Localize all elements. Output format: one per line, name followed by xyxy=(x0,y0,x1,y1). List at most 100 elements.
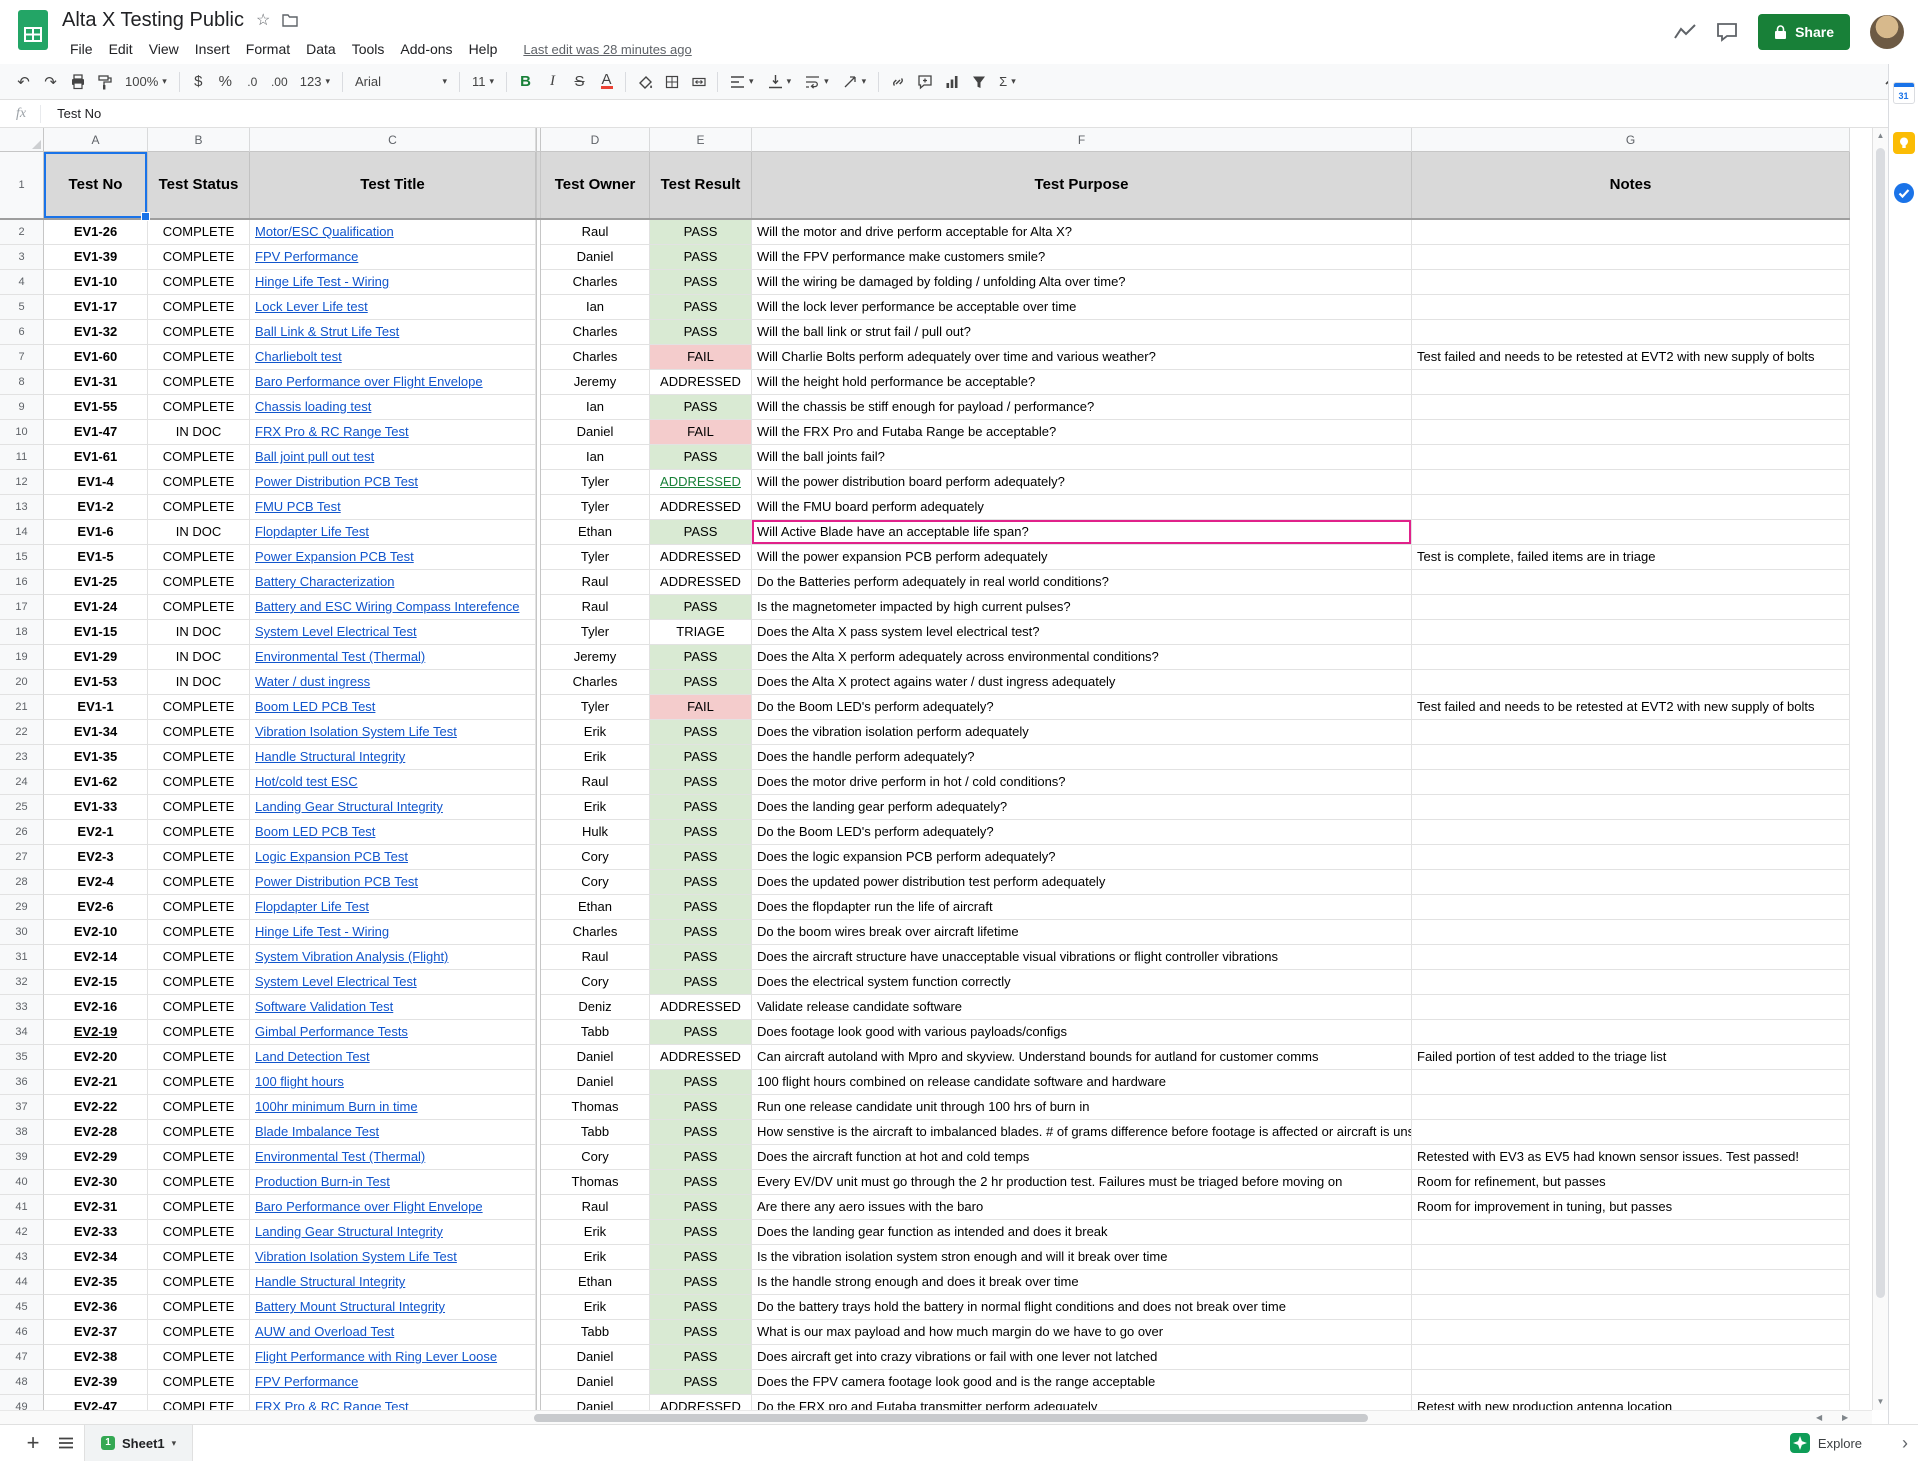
cell-C35[interactable]: Land Detection Test xyxy=(250,1045,536,1070)
last-edit-link[interactable]: Last edit was 28 minutes ago xyxy=(523,42,691,57)
cell-E40[interactable]: PASS xyxy=(650,1170,752,1195)
row-header-21[interactable]: 21 xyxy=(0,695,44,720)
cell-E25[interactable]: PASS xyxy=(650,795,752,820)
cell-F10[interactable]: Will the FRX Pro and Futaba Range be acc… xyxy=(752,420,1412,445)
cell-F2[interactable]: Will the motor and drive perform accepta… xyxy=(752,220,1412,245)
cell-G37[interactable] xyxy=(1412,1095,1850,1120)
cell-D41[interactable]: Raul xyxy=(541,1195,650,1220)
cell-C25[interactable]: Landing Gear Structural Integrity xyxy=(250,795,536,820)
cell-E15[interactable]: ADDRESSED xyxy=(650,545,752,570)
cell-E36[interactable]: PASS xyxy=(650,1070,752,1095)
cell-C42[interactable]: Landing Gear Structural Integrity xyxy=(250,1220,536,1245)
cell-G26[interactable] xyxy=(1412,820,1850,845)
cell-E22[interactable]: PASS xyxy=(650,720,752,745)
cell-G30[interactable] xyxy=(1412,920,1850,945)
insert-link-icon[interactable] xyxy=(884,69,911,95)
cell-E37[interactable]: PASS xyxy=(650,1095,752,1120)
insert-chart-icon[interactable] xyxy=(938,69,965,95)
cell-E7[interactable]: FAIL xyxy=(650,345,752,370)
cell-E49[interactable]: ADDRESSED xyxy=(650,1395,752,1410)
cell-G4[interactable] xyxy=(1412,270,1850,295)
formula-bar[interactable]: fx Test No xyxy=(0,100,1918,128)
row-header-1[interactable]: 1 xyxy=(0,152,44,218)
row-header-16[interactable]: 16 xyxy=(0,570,44,595)
cell-E24[interactable]: PASS xyxy=(650,770,752,795)
cell-A37[interactable]: EV2-22 xyxy=(44,1095,148,1120)
row-header-8[interactable]: 8 xyxy=(0,370,44,395)
row-header-10[interactable]: 10 xyxy=(0,420,44,445)
cell-C5[interactable]: Lock Lever Life test xyxy=(250,295,536,320)
cell-F31[interactable]: Does the aircraft structure have unaccep… xyxy=(752,945,1412,970)
cell-D27[interactable]: Cory xyxy=(541,845,650,870)
row-header-49[interactable]: 49 xyxy=(0,1395,44,1410)
cell-A27[interactable]: EV2-3 xyxy=(44,845,148,870)
cell-A2[interactable]: EV1-26 xyxy=(44,220,148,245)
row-header-35[interactable]: 35 xyxy=(0,1045,44,1070)
cell-G21[interactable]: Test failed and needs to be retested at … xyxy=(1412,695,1850,720)
row-header-22[interactable]: 22 xyxy=(0,720,44,745)
cell-B12[interactable]: COMPLETE xyxy=(148,470,250,495)
vertical-scrollbar-thumb[interactable] xyxy=(1876,148,1885,1298)
cell-C28[interactable]: Power Distribution PCB Test xyxy=(250,870,536,895)
cell-C26[interactable]: Boom LED PCB Test xyxy=(250,820,536,845)
horizontal-scrollbar-thumb[interactable] xyxy=(534,1414,1368,1422)
cell-A43[interactable]: EV2-34 xyxy=(44,1245,148,1270)
cell-D47[interactable]: Daniel xyxy=(541,1345,650,1370)
cell-B2[interactable]: COMPLETE xyxy=(148,220,250,245)
cell-C15[interactable]: Power Expansion PCB Test xyxy=(250,545,536,570)
cell-A26[interactable]: EV2-1 xyxy=(44,820,148,845)
cell-F7[interactable]: Will Charlie Bolts perform adequately ov… xyxy=(752,345,1412,370)
cell-C33[interactable]: Software Validation Test xyxy=(250,995,536,1020)
cell-G49[interactable]: Retest with new production antenna locat… xyxy=(1412,1395,1850,1410)
row-header-46[interactable]: 46 xyxy=(0,1320,44,1345)
row-header-42[interactable]: 42 xyxy=(0,1220,44,1245)
cell-B21[interactable]: COMPLETE xyxy=(148,695,250,720)
cell-G19[interactable] xyxy=(1412,645,1850,670)
cell-F23[interactable]: Does the handle perform adequately? xyxy=(752,745,1412,770)
scroll-right-icon[interactable]: ▶ xyxy=(1842,1411,1848,1424)
cell-A33[interactable]: EV2-16 xyxy=(44,995,148,1020)
cell-C43[interactable]: Vibration Isolation System Life Test xyxy=(250,1245,536,1270)
cell-E28[interactable]: PASS xyxy=(650,870,752,895)
cell-E5[interactable]: PASS xyxy=(650,295,752,320)
cell-G31[interactable] xyxy=(1412,945,1850,970)
keep-icon[interactable] xyxy=(1893,132,1915,154)
cell-A16[interactable]: EV1-25 xyxy=(44,570,148,595)
cell-B37[interactable]: COMPLETE xyxy=(148,1095,250,1120)
cell-B45[interactable]: COMPLETE xyxy=(148,1295,250,1320)
cell-F24[interactable]: Does the motor drive perform in hot / co… xyxy=(752,770,1412,795)
cell-E12[interactable]: ADDRESSED xyxy=(650,470,752,495)
cell-D24[interactable]: Raul xyxy=(541,770,650,795)
cell-A12[interactable]: EV1-4 xyxy=(44,470,148,495)
cell-D2[interactable]: Raul xyxy=(541,220,650,245)
cell-B18[interactable]: IN DOC xyxy=(148,620,250,645)
cell-B5[interactable]: COMPLETE xyxy=(148,295,250,320)
cell-F42[interactable]: Does the landing gear function as intend… xyxy=(752,1220,1412,1245)
row-header-26[interactable]: 26 xyxy=(0,820,44,845)
cell-A1[interactable]: Test No xyxy=(44,152,148,218)
cell-B29[interactable]: COMPLETE xyxy=(148,895,250,920)
cell-A8[interactable]: EV1-31 xyxy=(44,370,148,395)
cell-D30[interactable]: Charles xyxy=(541,920,650,945)
undo-icon[interactable]: ↶ xyxy=(10,69,37,95)
cell-E6[interactable]: PASS xyxy=(650,320,752,345)
cell-D4[interactable]: Charles xyxy=(541,270,650,295)
cell-G20[interactable] xyxy=(1412,670,1850,695)
cell-D36[interactable]: Daniel xyxy=(541,1070,650,1095)
sheet-menu-arrow-icon[interactable]: ▾ xyxy=(172,1438,177,1449)
cell-C29[interactable]: Flopdapter Life Test xyxy=(250,895,536,920)
cell-B28[interactable]: COMPLETE xyxy=(148,870,250,895)
row-header-33[interactable]: 33 xyxy=(0,995,44,1020)
star-icon[interactable]: ☆ xyxy=(256,10,270,30)
cell-C13[interactable]: FMU PCB Test xyxy=(250,495,536,520)
cell-D14[interactable]: Ethan xyxy=(541,520,650,545)
cell-F41[interactable]: Are there any aero issues with the baro xyxy=(752,1195,1412,1220)
cell-G3[interactable] xyxy=(1412,245,1850,270)
cell-C46[interactable]: AUW and Overload Test xyxy=(250,1320,536,1345)
cell-B9[interactable]: COMPLETE xyxy=(148,395,250,420)
cell-C34[interactable]: Gimbal Performance Tests xyxy=(250,1020,536,1045)
cell-G42[interactable] xyxy=(1412,1220,1850,1245)
cell-G28[interactable] xyxy=(1412,870,1850,895)
cell-A31[interactable]: EV2-14 xyxy=(44,945,148,970)
row-header-9[interactable]: 9 xyxy=(0,395,44,420)
